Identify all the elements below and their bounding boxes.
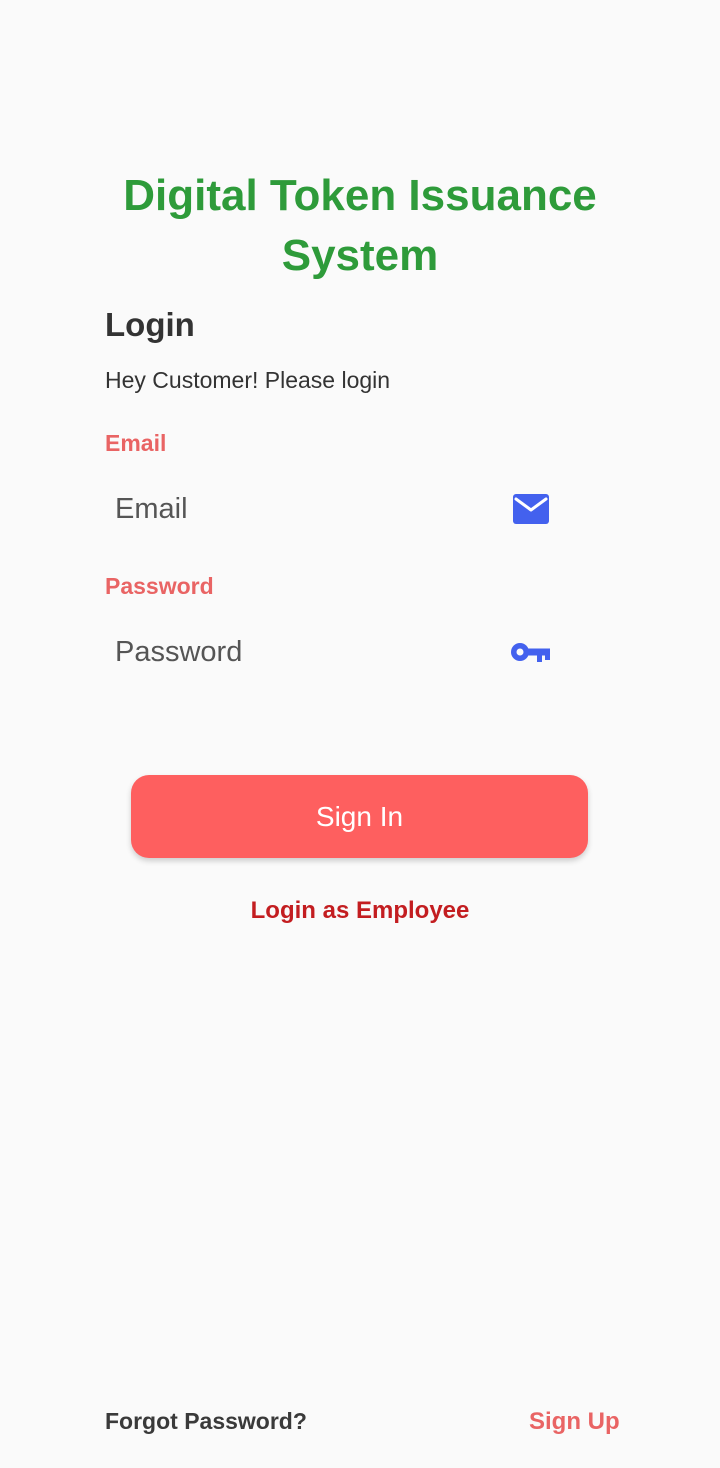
email-field-container: [105, 477, 560, 541]
password-input[interactable]: [105, 620, 495, 684]
sign-up-link[interactable]: Sign Up: [529, 1408, 620, 1436]
login-as-employee-link[interactable]: Login as Employee: [60, 897, 660, 925]
login-subtitle: Hey Customer! Please login: [105, 367, 391, 393]
email-input[interactable]: [105, 477, 495, 541]
login-heading: Login: [105, 306, 195, 343]
email-label: Email: [105, 430, 167, 456]
app-title: Digital Token Issuance System: [123, 171, 597, 280]
key-icon: [511, 632, 551, 672]
forgot-password-link[interactable]: Forgot Password?: [105, 1408, 307, 1435]
password-field-container: [105, 620, 560, 684]
password-label: Password: [105, 573, 214, 599]
sign-in-button[interactable]: Sign In: [131, 775, 588, 858]
mail-icon: [511, 489, 551, 529]
